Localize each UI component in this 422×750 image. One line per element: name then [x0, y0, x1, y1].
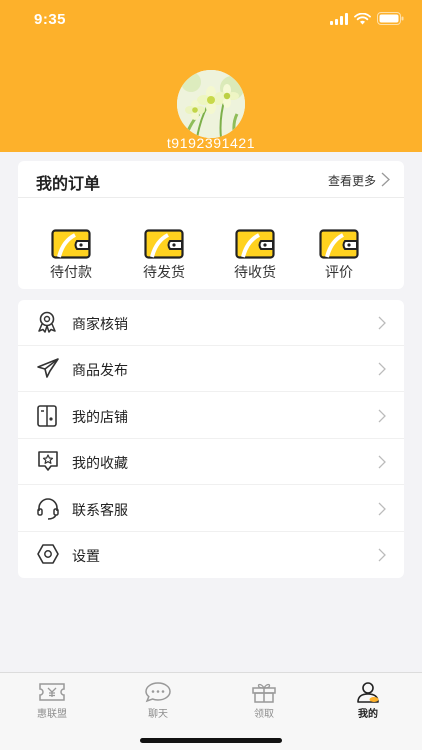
- order-label: 待收货: [234, 265, 276, 281]
- menu-card: 商家核销 商品发布 我的店铺 我的收藏 联系客服 设置: [18, 300, 404, 578]
- orders-title: 我的订单: [36, 174, 101, 193]
- send-icon: [37, 358, 59, 378]
- star-icon: [38, 451, 58, 471]
- menu-label: 商家核销: [72, 317, 128, 333]
- username: t9192391421: [166, 135, 256, 151]
- tab-label: 惠联盟: [37, 709, 67, 720]
- chevron-right-icon: [378, 316, 386, 330]
- menu-label: 设置: [72, 549, 100, 565]
- view-more-link[interactable]: 查看更多: [328, 172, 376, 189]
- avatar[interactable]: [177, 70, 245, 138]
- menu-label: 联系客服: [72, 503, 128, 519]
- menu-label: 商品发布: [72, 363, 128, 379]
- order-label: 待付款: [50, 265, 92, 281]
- menu-label: 我的店铺: [72, 410, 128, 426]
- badge-icon: [38, 311, 56, 333]
- chevron-right-icon: [378, 548, 386, 562]
- order-label: 待发货: [143, 265, 185, 281]
- signal-icon: [330, 12, 348, 25]
- battery-icon: [377, 12, 404, 25]
- tab-label: 聊天: [148, 709, 168, 720]
- gift-icon: [252, 683, 276, 703]
- menu-item-merchant-verify[interactable]: 商家核销: [18, 300, 404, 346]
- tab-mine[interactable]: 我的: [333, 681, 403, 720]
- order-review[interactable]: 评价: [304, 221, 374, 282]
- user-icon: [357, 682, 379, 703]
- wallet-icon: [144, 229, 184, 259]
- menu-item-my-favorites[interactable]: 我的收藏: [18, 439, 404, 485]
- profile-header: 9:35 t9192391421: [0, 0, 422, 152]
- order-label: 评价: [325, 265, 353, 281]
- hexagon-icon: [37, 544, 59, 564]
- tab-chat[interactable]: 聊天: [123, 681, 193, 720]
- headset-icon: [37, 498, 59, 520]
- menu-item-product-publish[interactable]: 商品发布: [18, 346, 404, 392]
- status-icons: [330, 12, 404, 25]
- chevron-right-icon[interactable]: [381, 172, 390, 187]
- chat-icon: [145, 682, 171, 703]
- tab-huilianmeng[interactable]: 惠联盟: [17, 681, 87, 720]
- wallet-icon: [319, 229, 359, 259]
- ticket-icon: [39, 683, 65, 701]
- home-indicator: [140, 738, 282, 743]
- order-pending-receipt[interactable]: 待收货: [220, 221, 290, 282]
- orders-header: 我的订单 查看更多: [18, 161, 404, 198]
- wallet-icon: [235, 229, 275, 259]
- tab-claim[interactable]: 领取: [229, 681, 299, 720]
- order-pending-payment[interactable]: 待付款: [36, 221, 106, 282]
- menu-item-my-store[interactable]: 我的店铺: [18, 393, 404, 439]
- tab-label: 领取: [254, 709, 274, 720]
- tab-label: 我的: [358, 709, 378, 720]
- my-orders-card: 我的订单 查看更多 待付款 待发货 待收货 评价: [18, 161, 404, 289]
- chevron-right-icon: [378, 502, 386, 516]
- menu-label: 我的收藏: [72, 456, 128, 472]
- chevron-right-icon: [378, 362, 386, 376]
- order-pending-shipment[interactable]: 待发货: [129, 221, 199, 282]
- order-status-list: 待付款 待发货 待收货 评价: [18, 221, 404, 281]
- store-icon: [37, 405, 57, 427]
- status-bar: 9:35: [0, 0, 422, 44]
- menu-item-settings[interactable]: 设置: [18, 532, 404, 578]
- wallet-icon: [51, 229, 91, 259]
- status-time: 9:35: [34, 11, 67, 28]
- chevron-right-icon: [378, 409, 386, 423]
- wifi-icon: [354, 12, 371, 24]
- flower-avatar-image: [177, 70, 245, 138]
- menu-item-customer-service[interactable]: 联系客服: [18, 486, 404, 532]
- chevron-right-icon: [378, 455, 386, 469]
